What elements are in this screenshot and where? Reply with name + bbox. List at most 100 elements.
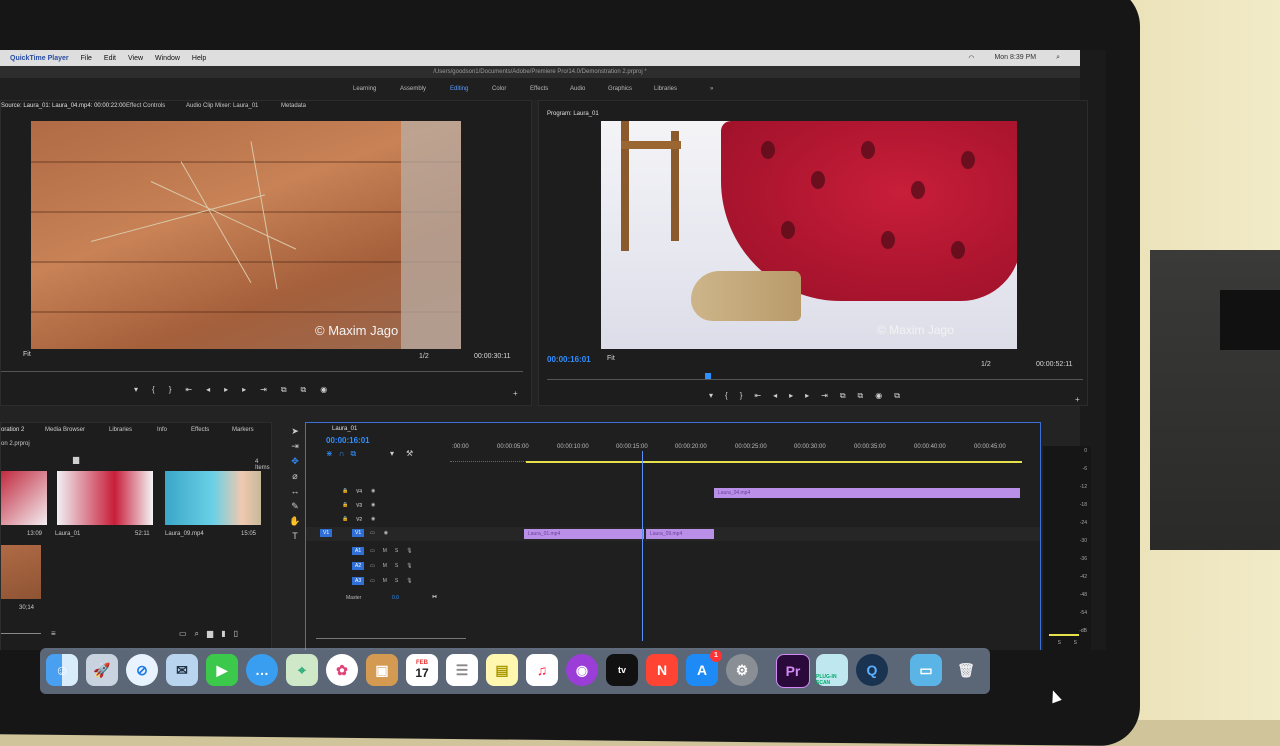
tab-program[interactable]: Program: Laura_01: [547, 111, 599, 117]
maps-icon[interactable]: ⌖: [286, 654, 318, 686]
slip-tool-icon[interactable]: ↔: [286, 484, 304, 499]
source-patch-v1[interactable]: V1: [320, 529, 333, 537]
track-select-tool-icon[interactable]: ⇥: [286, 439, 304, 454]
source-add-button-icon[interactable]: +: [513, 389, 518, 398]
workspace-color[interactable]: Color: [492, 86, 506, 92]
timeline-timecode[interactable]: 00:00:16:01: [326, 436, 370, 445]
new-bin-icon[interactable]: ▆: [73, 455, 79, 464]
menubar-app-name[interactable]: QuickTime Player: [10, 55, 69, 62]
project-thumb-2[interactable]: [57, 471, 153, 525]
clip-laura-04[interactable]: Laura_04.mp4: [714, 488, 1020, 498]
mail-icon[interactable]: ✉: [166, 654, 198, 686]
contacts-icon[interactable]: ▣: [366, 654, 398, 686]
add-marker-icon[interactable]: ▾: [390, 449, 394, 458]
workspace-graphics[interactable]: Graphics: [608, 86, 632, 92]
timeline-snap-icons[interactable]: ⋇∩⧉: [326, 449, 362, 459]
ripple-edit-tool-icon[interactable]: ✥: [286, 454, 304, 469]
project-footer-icons[interactable]: ▭⌕▆▮▯: [179, 629, 246, 639]
menu-file[interactable]: File: [81, 55, 92, 62]
tab-effect-controls[interactable]: Effect Controls: [126, 103, 165, 109]
source-resolution-dropdown[interactable]: 1/2: [419, 353, 429, 360]
clip-laura-09[interactable]: Laura_09.mp4: [646, 529, 714, 539]
razor-tool-icon[interactable]: ⌀: [286, 469, 304, 484]
pen-tool-icon[interactable]: ✎: [286, 499, 304, 514]
workspace-libraries[interactable]: Libraries: [654, 86, 677, 92]
app-store-icon[interactable]: A 1: [686, 650, 722, 686]
track-label[interactable]: V1: [352, 529, 365, 537]
track-label[interactable]: A1: [352, 547, 365, 555]
track-controls[interactable]: 🔒▭◉: [342, 488, 384, 494]
tab-media-browser[interactable]: Media Browser: [45, 427, 85, 433]
program-resolution-dropdown[interactable]: 1/2: [981, 361, 991, 368]
workspace-effects[interactable]: Effects: [530, 86, 548, 92]
workspace-learning[interactable]: Learning: [353, 86, 376, 92]
tab-libraries[interactable]: Libraries: [109, 427, 132, 433]
menu-help[interactable]: Help: [192, 55, 206, 62]
music-icon[interactable]: ♫: [526, 654, 558, 686]
selection-tool-icon[interactable]: ➤: [286, 424, 304, 439]
tab-sequence[interactable]: Laura_01: [332, 426, 357, 432]
type-tool-icon[interactable]: T: [286, 529, 304, 544]
source-fit-dropdown[interactable]: Fit: [23, 351, 31, 358]
messages-icon[interactable]: …: [246, 654, 278, 686]
master-end-icon[interactable]: ⧓: [432, 594, 437, 600]
launchpad-icon[interactable]: 🚀: [86, 654, 118, 686]
premiere-pro-icon[interactable]: Pr: [776, 654, 810, 688]
tab-markers[interactable]: Markers: [232, 427, 254, 433]
timeline-playhead[interactable]: [642, 451, 643, 641]
solo-right-button[interactable]: S: [1074, 640, 1077, 646]
more-workspaces-icon[interactable]: »: [710, 86, 713, 92]
master-volume[interactable]: 0.0: [392, 595, 399, 601]
trash-icon[interactable]: 🗑: [950, 654, 982, 686]
program-timecode[interactable]: 00:00:16:01: [547, 355, 591, 364]
program-playhead-marker[interactable]: [705, 373, 711, 379]
sort-icon[interactable]: ≡: [51, 629, 56, 638]
source-transport-controls[interactable]: ▾{}⇤◂▸▸⇥⧉⧉◉: [134, 385, 341, 395]
apple-tv-icon[interactable]: tv: [606, 654, 638, 686]
hand-tool-icon[interactable]: ✋: [286, 514, 304, 529]
program-add-button-icon[interactable]: +: [1075, 395, 1080, 404]
timeline-zoom-scrollbar[interactable]: [316, 638, 466, 639]
calendar-icon[interactable]: FEB 17: [406, 654, 438, 686]
program-scrubber[interactable]: [547, 379, 1083, 380]
program-video-frame[interactable]: © Maxim Jago: [601, 121, 1017, 349]
project-zoom-slider[interactable]: [1, 633, 41, 634]
menu-view[interactable]: View: [128, 55, 143, 62]
solo-left-button[interactable]: S: [1058, 640, 1061, 646]
clip-laura-01[interactable]: Laura_01.mp4: [524, 529, 644, 539]
news-icon[interactable]: N: [646, 654, 678, 686]
photos-icon[interactable]: ✿: [326, 654, 358, 686]
tab-source[interactable]: Source: Laura_01: Laura_04.mp4: 00:00:22…: [1, 103, 126, 109]
track-controls[interactable]: ▭MS🎙: [370, 548, 421, 554]
track-controls[interactable]: ▭MS🎙: [370, 563, 421, 569]
tab-project[interactable]: oration 2: [1, 427, 24, 433]
program-fit-dropdown[interactable]: Fit: [607, 355, 615, 362]
reminders-icon[interactable]: ☰: [446, 654, 478, 686]
podcasts-icon[interactable]: ◉: [566, 654, 598, 686]
tab-effects[interactable]: Effects: [191, 427, 209, 433]
workspace-assembly[interactable]: Assembly: [400, 86, 426, 92]
folder-icon[interactable]: ▭: [910, 654, 942, 686]
program-transport-controls[interactable]: ▾{}⇤◂▸▸⇥⧉⧉◉⧉: [709, 391, 912, 401]
workspace-editing[interactable]: Editing: [450, 86, 468, 92]
wifi-icon[interactable]: ◠: [968, 54, 974, 62]
tab-audio-clip-mixer[interactable]: Audio Clip Mixer: Laura_01: [186, 103, 258, 109]
notes-icon[interactable]: ▤: [486, 654, 518, 686]
track-controls[interactable]: ▭MS🎙: [370, 578, 421, 584]
track-controls[interactable]: 🔒▭◉: [342, 516, 384, 522]
project-thumb-4[interactable]: [1, 545, 41, 599]
plugin-scan-icon[interactable]: PLUG-IN SCAN: [816, 654, 848, 686]
safari-icon[interactable]: ⊘: [126, 654, 158, 686]
track-label[interactable]: A2: [352, 562, 365, 570]
system-preferences-icon[interactable]: ⚙: [726, 654, 758, 686]
workspace-audio[interactable]: Audio: [570, 86, 585, 92]
wrench-icon[interactable]: ⚒: [406, 449, 413, 458]
source-scrubber[interactable]: [1, 371, 523, 372]
track-controls[interactable]: 🔒▭◉: [342, 502, 384, 508]
track-controls[interactable]: ▭◉: [370, 530, 397, 536]
project-thumb-3[interactable]: [165, 471, 261, 525]
menu-edit[interactable]: Edit: [104, 55, 116, 62]
work-area-bar[interactable]: [526, 461, 1022, 463]
project-thumb-1[interactable]: [1, 471, 47, 525]
facetime-icon[interactable]: ▶: [206, 654, 238, 686]
